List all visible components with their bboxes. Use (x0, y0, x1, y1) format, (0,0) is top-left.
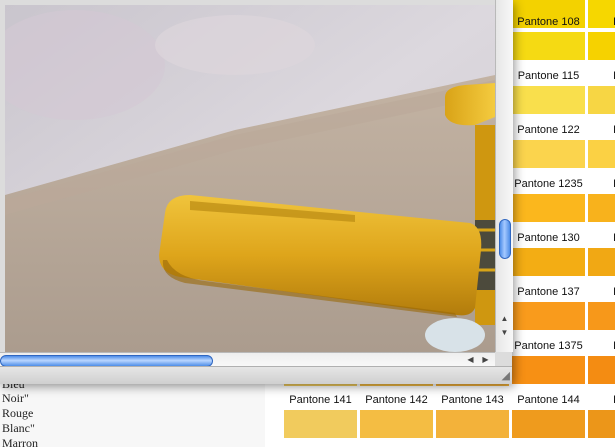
swatch-color[interactable] (284, 410, 357, 438)
scroll-down-arrow-icon[interactable]: ▼ (496, 326, 513, 339)
resize-grip-icon[interactable]: ◢ (497, 370, 510, 383)
vertical-scrollbar[interactable]: ▲ ▼ (495, 0, 513, 352)
scroll-up-arrow-icon[interactable]: ▲ (496, 312, 513, 325)
image-viewer-window[interactable]: ▲ ▼ ◀ ▶ ◢ (0, 0, 513, 384)
swatch-color[interactable] (436, 410, 509, 438)
swatch-color[interactable] (512, 410, 585, 438)
swatch-label: Pantone 142 (365, 394, 428, 406)
swatch-label: Pantone 144 (517, 394, 580, 406)
swatch-color[interactable] (588, 356, 615, 384)
swatch-color[interactable] (512, 32, 585, 60)
airplane-photo (5, 5, 495, 352)
scroll-right-arrow-icon[interactable]: ▶ (479, 353, 492, 367)
swatch-color[interactable] (512, 140, 585, 168)
swatch-label: Pantone 1235 (514, 178, 583, 190)
window-status-bar: ◢ (0, 366, 512, 384)
photo-canvas[interactable] (5, 5, 495, 352)
document-line: Noir" (2, 391, 29, 405)
swatch-label: Pant (588, 16, 615, 28)
horizontal-scrollbar[interactable]: ◀ ▶ (0, 352, 495, 367)
swatch-color[interactable] (512, 248, 585, 276)
swatch-label: Pant (588, 286, 615, 298)
swatch-label: Pant (588, 232, 615, 244)
swatch-color[interactable] (588, 410, 615, 438)
swatch-label: Pantone 137 (517, 286, 580, 298)
swatch-color[interactable] (588, 248, 615, 276)
swatch-color[interactable] (512, 302, 585, 330)
swatch-color[interactable] (512, 194, 585, 222)
swatch-label: Pant (588, 340, 615, 352)
vertical-scroll-thumb[interactable] (499, 219, 511, 259)
scroll-left-arrow-icon[interactable]: ◀ (464, 353, 477, 367)
swatch-color[interactable] (588, 194, 615, 222)
swatch-color[interactable] (588, 86, 615, 114)
swatch-label: Pantone 115 (517, 70, 580, 82)
document-line: Rouge (2, 406, 34, 420)
swatch-label: Pant (588, 394, 615, 406)
document-line: Marron (2, 436, 38, 447)
swatch-color[interactable] (588, 302, 615, 330)
swatch-label: Pant (588, 124, 615, 136)
swatch-label: Pantone 143 (441, 394, 504, 406)
swatch-color[interactable] (588, 32, 615, 60)
swatch-label: Pant (588, 70, 615, 82)
swatch-label: Pantone 130 (517, 232, 580, 244)
swatch-color[interactable] (360, 410, 433, 438)
document-line: Blanc" (2, 421, 35, 435)
swatch-label: Pantone 122 (517, 124, 580, 136)
swatch-label: Pantone 1375 (514, 340, 583, 352)
swatch-label: Pantone 108 (517, 16, 580, 28)
swatch-label: Pantone 141 (289, 394, 352, 406)
swatch-color[interactable] (588, 140, 615, 168)
swatch-color[interactable] (512, 356, 585, 384)
swatch-label: Pant (588, 178, 615, 190)
swatch-color[interactable] (512, 86, 585, 114)
